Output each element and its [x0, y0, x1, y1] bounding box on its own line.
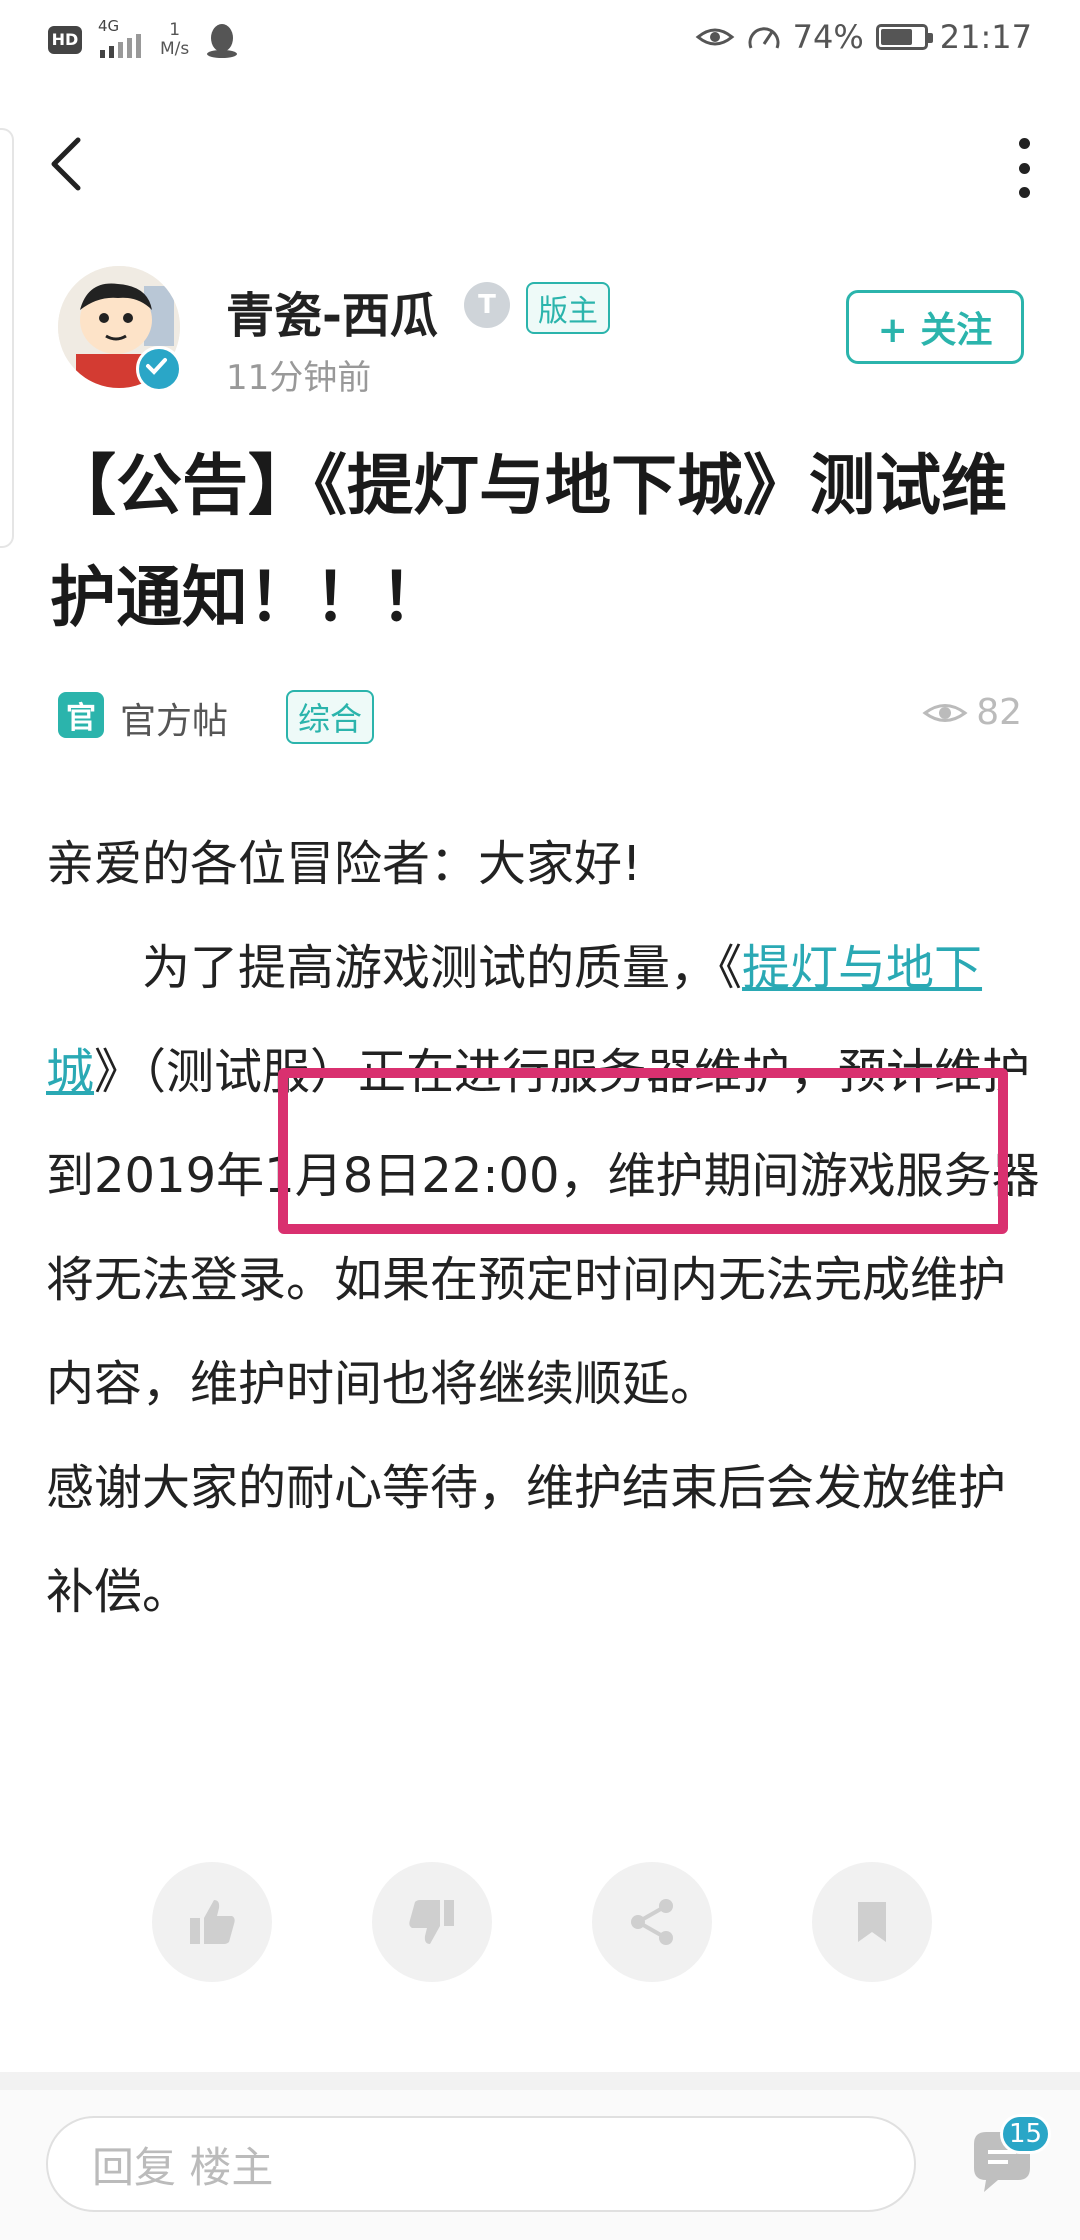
- more-dot-icon: [1018, 187, 1030, 198]
- more-dot-icon: [1018, 162, 1030, 174]
- view-count: 82: [922, 692, 1022, 733]
- body-paragraph: 感谢大家的耐心等待，维护结束后会发放维护补偿。: [46, 1460, 1007, 1620]
- verified-badge-icon: [136, 346, 182, 392]
- bottom-reply-bar: 回复 楼主 15: [0, 2090, 1080, 2240]
- reply-input[interactable]: 回复 楼主: [46, 2116, 916, 2212]
- more-menu-button[interactable]: [1004, 138, 1044, 198]
- back-button[interactable]: [40, 132, 96, 196]
- qq-penguin-icon: [207, 23, 238, 58]
- share-icon: [631, 1899, 673, 1945]
- post-time: 11分钟前: [226, 358, 372, 398]
- follow-button[interactable]: + 关注: [846, 290, 1024, 364]
- more-dot-icon: [1018, 138, 1030, 149]
- dislike-button[interactable]: [372, 1862, 492, 1982]
- network-indicator: 4G: [98, 18, 144, 61]
- author-name[interactable]: 青瓷-西瓜: [226, 276, 438, 346]
- official-label: 官方帖: [120, 701, 229, 742]
- level-badge: T: [464, 282, 510, 328]
- thumbs-down-icon: [409, 1900, 454, 1944]
- body-paragraph: 亲爱的各位冒险者：大家好!: [46, 836, 642, 892]
- category-tag[interactable]: 综合: [286, 690, 375, 744]
- thumbs-up-icon: [190, 1900, 235, 1944]
- top-bar: [0, 110, 1080, 220]
- status-bar: HD 4G 1 M/s 74% 21:17: [0, 0, 1080, 82]
- back-arrow-icon: [51, 137, 81, 191]
- net-speed: 1 M/s: [160, 19, 190, 59]
- hd-indicator: HD: [48, 25, 82, 54]
- speedometer-icon: [748, 27, 780, 49]
- bookmark-icon: [858, 1902, 886, 1942]
- eye-icon: [922, 703, 968, 722]
- share-button[interactable]: [592, 1862, 712, 1982]
- battery-icon: [875, 24, 933, 50]
- moderator-badge: 版主: [526, 282, 610, 334]
- author-row: 青瓷-西瓜 T 版主 11分钟前 + 关注: [58, 266, 1024, 398]
- post-actions: [152, 1862, 932, 1986]
- eye-comfort-icon: [695, 28, 735, 46]
- post-meta: 官 官方帖 综合 82: [58, 686, 1022, 746]
- like-button[interactable]: [152, 1862, 272, 1982]
- clock: 21:17: [939, 18, 1032, 56]
- official-icon: 官: [58, 692, 104, 738]
- battery-percent: 74%: [792, 18, 864, 56]
- highlight-annotation: [278, 1068, 1008, 1234]
- comment-count-badge: 15: [1000, 2114, 1052, 2154]
- bookmark-button[interactable]: [812, 1862, 932, 1982]
- section-divider: [0, 2072, 1080, 2090]
- signal-icon: [100, 34, 141, 58]
- post-title: 【公告】《提灯与地下城》测试维护通知！！！: [50, 447, 1007, 636]
